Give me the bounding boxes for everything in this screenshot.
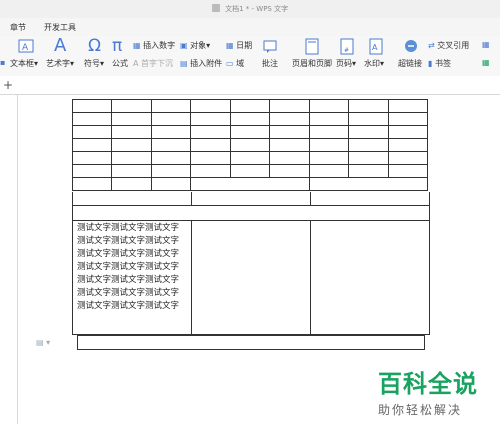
formula-button[interactable]: 公式 bbox=[112, 58, 128, 69]
insert-attachment-button[interactable]: ▤ 插入附件 bbox=[180, 58, 222, 69]
wordart-button[interactable]: 艺术字▾ bbox=[46, 58, 74, 69]
textbox-button[interactable]: 文本框▾ bbox=[10, 58, 38, 69]
text-line: 测试文字测试文字测试文字 bbox=[77, 236, 180, 246]
merged-row-1[interactable] bbox=[72, 192, 430, 206]
document-icon bbox=[211, 4, 220, 12]
more-icon-2: ▦ bbox=[482, 58, 490, 67]
margin-line bbox=[17, 95, 18, 424]
text-line: 测试文字测试文字测试文字 bbox=[77, 301, 180, 311]
tab-developer[interactable]: 开发工具 bbox=[44, 22, 76, 33]
cross-ref-button[interactable]: ⇄ 交叉引用 bbox=[428, 40, 469, 51]
window-title: 文档1 * - WPS 文字 bbox=[225, 5, 289, 13]
hyperlink-button[interactable]: 超链接 bbox=[398, 58, 422, 69]
page-number-button[interactable]: 页码▾ bbox=[336, 58, 356, 69]
field-button[interactable]: ▭ 域 bbox=[226, 58, 244, 69]
text-cell[interactable]: 测试文字测试文字测试文字 测试文字测试文字测试文字 测试文字测试文字测试文字 测… bbox=[77, 222, 179, 313]
add-icon[interactable]: + bbox=[3, 78, 13, 92]
svg-text:A: A bbox=[22, 43, 29, 53]
text-line: 测试文字测试文字测试文字 bbox=[77, 223, 180, 233]
omega-icon: Ω bbox=[88, 36, 101, 56]
site-watermark: 百科全说 助你轻松解决 bbox=[378, 364, 478, 418]
upper-table[interactable] bbox=[71, 99, 429, 191]
watermark-icon: A bbox=[369, 38, 383, 55]
text-line: 测试文字测试文字测试文字 bbox=[77, 288, 180, 298]
hyperlink-icon bbox=[405, 40, 417, 52]
comment-icon bbox=[263, 40, 277, 53]
date-button[interactable]: ▦ 日期 bbox=[226, 40, 252, 51]
svg-text:A: A bbox=[372, 43, 378, 52]
comment-button[interactable]: 批注 bbox=[262, 58, 278, 69]
header-footer-button[interactable]: 页眉和页脚 bbox=[292, 58, 332, 69]
ruler-line bbox=[0, 94, 500, 95]
merged-row-2[interactable] bbox=[72, 206, 430, 221]
object-button[interactable]: ▣ 对象▾ bbox=[180, 40, 210, 51]
title-bar: 文档1 * - WPS 文字 bbox=[0, 0, 500, 18]
pi-icon: π bbox=[112, 36, 123, 56]
page-number-icon: # bbox=[340, 38, 354, 55]
tab-chapter[interactable]: 章节 bbox=[10, 22, 26, 33]
first-drop-button[interactable]: A 首字下沉 bbox=[133, 58, 173, 69]
textbox-icon: A bbox=[18, 39, 34, 53]
text-line: 测试文字测试文字测试文字 bbox=[77, 275, 180, 285]
footer-box[interactable] bbox=[77, 335, 425, 350]
wordart-icon: A bbox=[54, 35, 67, 56]
more-icon: ▦ bbox=[482, 40, 490, 49]
text-line: 测试文字测试文字测试文字 bbox=[77, 249, 180, 259]
insert-number-button[interactable]: ▦ 插入数字 bbox=[133, 40, 175, 51]
header-footer-icon bbox=[305, 38, 319, 55]
symbol-button[interactable]: 符号▾ bbox=[84, 58, 104, 69]
svg-text:#: # bbox=[344, 47, 349, 54]
text-table[interactable]: 测试文字测试文字测试文字 测试文字测试文字测试文字 测试文字测试文字测试文字 测… bbox=[72, 221, 430, 335]
watermark-brand: 百科全说 bbox=[378, 370, 478, 398]
watermark-button[interactable]: 水印▾ bbox=[364, 58, 384, 69]
paragraph-marker-icon[interactable]: ▤ ▾ bbox=[36, 338, 50, 347]
menu-tabs: 章节 开发工具 bbox=[0, 18, 500, 36]
cutoff-icon: ▪ bbox=[0, 58, 6, 67]
ribbon-toolbar: ▪ A 文本框▾ A 艺术字▾ Ω 符号▾ π 公式 ▦ 插入数字 A 首字下沉… bbox=[0, 35, 500, 77]
watermark-slogan: 助你轻松解决 bbox=[378, 403, 463, 417]
bookmark-button[interactable]: ▮ 书签 bbox=[428, 58, 451, 69]
text-line: 测试文字测试文字测试文字 bbox=[77, 262, 180, 272]
